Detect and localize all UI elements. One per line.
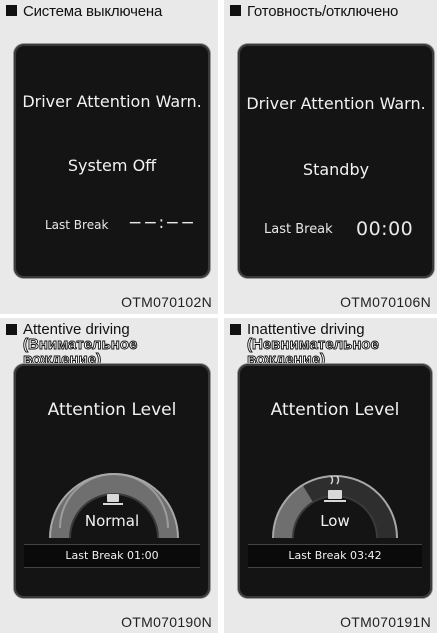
display-title: Attention Level [47, 400, 177, 420]
caption-text: Система выключена [23, 3, 163, 20]
last-break-bar: Last Break 01:00 [24, 544, 200, 568]
panel-attentive-driving: Attentive driving (Внимательное вождение… [0, 318, 218, 633]
panel-inattentive-driving: Inattentive driving (Невнимательное вожд… [224, 318, 437, 633]
attention-gauge [49, 473, 179, 539]
bullet-square-icon [6, 5, 17, 16]
cluster-display: Driver Attention Warn. System Off Last B… [14, 44, 210, 278]
bullet-square-icon [230, 5, 241, 16]
last-break-value: −−:−− [128, 213, 196, 233]
panel-system-off: Система выключена Driver Attention Warn.… [0, 0, 218, 314]
caption-line: Inattentive driving [247, 321, 365, 338]
last-break-text: Last Break 01:00 [65, 549, 159, 562]
attention-gauge [272, 475, 398, 539]
panel-standby: Готовность/отключено Driver Attention Wa… [224, 0, 437, 314]
cluster-display: Attention Level Normal Last Break 01:00 [14, 364, 210, 598]
display-title: Attention Level [270, 400, 400, 420]
system-status: Standby [302, 160, 370, 179]
caption-line: (Внимательное [23, 336, 138, 353]
caption-line: (Невнимательное [247, 336, 380, 353]
figure-code: OTM070190N [121, 614, 212, 630]
cluster-display: Attention Level Low Last Break 03:42 [238, 364, 432, 598]
display-title: Driver Attention Warn. [22, 92, 202, 111]
last-break-label: Last Break [264, 222, 333, 237]
figure-code: OTM070102N [121, 294, 212, 310]
panel-caption: Система выключена [6, 4, 162, 19]
caption-line: Attentive driving [23, 321, 130, 338]
panel-caption: Готовность/отключено [230, 4, 398, 19]
display-title: Driver Attention Warn. [246, 94, 426, 113]
cluster-display: Driver Attention Warn. Standby Last Brea… [238, 44, 434, 278]
bullet-square-icon [230, 324, 241, 335]
figure-code: OTM070106N [340, 294, 431, 310]
system-status: System Off [67, 156, 157, 175]
last-break-label: Last Break [45, 218, 109, 232]
figure-code: OTM070191N [340, 614, 431, 630]
attention-level-value: Low [320, 512, 350, 530]
last-break-value: 00:00 [356, 218, 414, 240]
last-break-bar: Last Break 03:42 [248, 544, 422, 568]
caption-text: Готовность/отключено [247, 3, 399, 20]
attention-level-value: Normal [84, 512, 140, 530]
bullet-square-icon [6, 324, 17, 335]
last-break-text: Last Break 03:42 [288, 549, 382, 562]
